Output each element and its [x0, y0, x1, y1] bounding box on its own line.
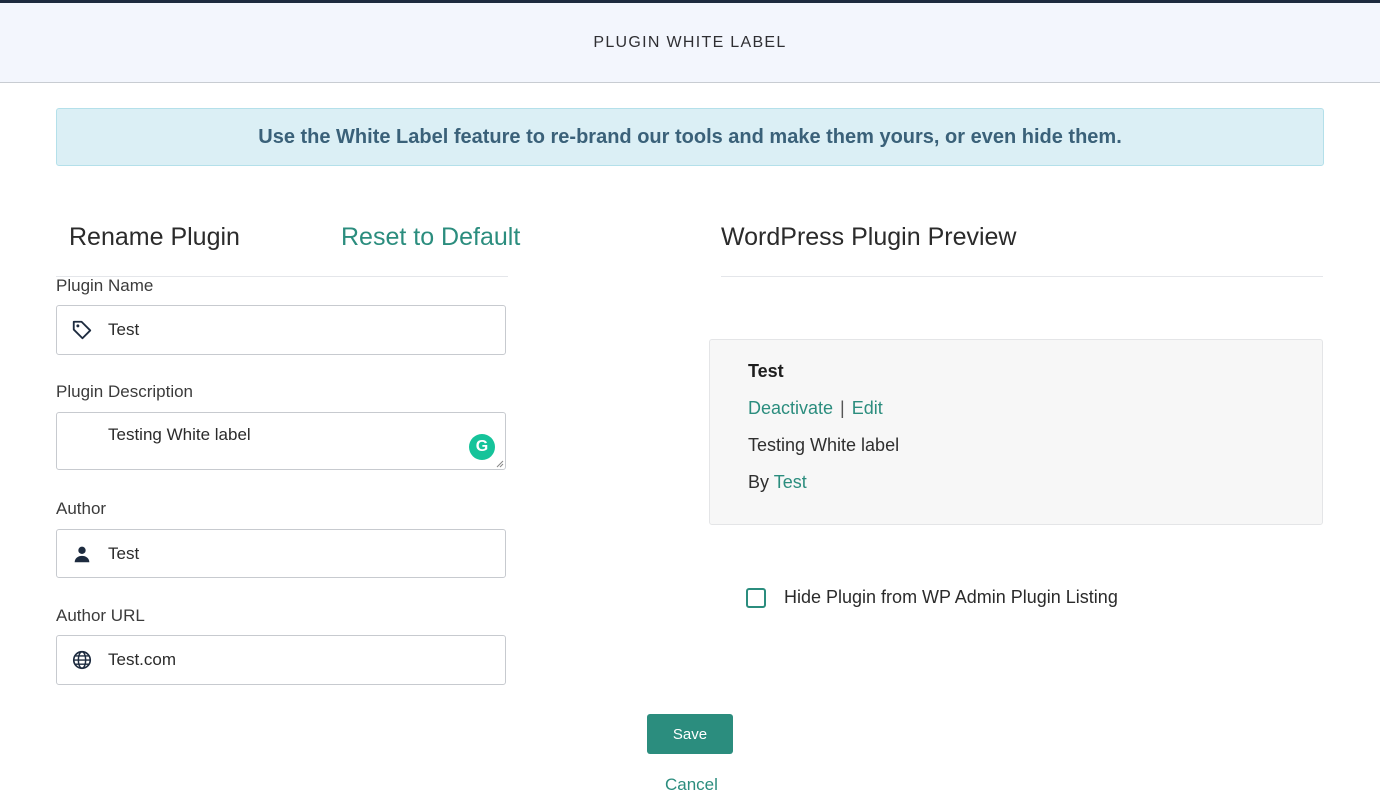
- edit-link[interactable]: Edit: [852, 398, 883, 418]
- plugin-name-label: Plugin Name: [56, 276, 154, 295]
- preview-author-link[interactable]: Test: [774, 472, 807, 492]
- page-header: PLUGIN WHITE LABEL: [0, 3, 1380, 83]
- hide-plugin-label[interactable]: Hide Plugin from WP Admin Plugin Listing: [784, 587, 1118, 608]
- action-separator: |: [840, 398, 845, 418]
- deactivate-link[interactable]: Deactivate: [748, 398, 833, 418]
- reset-to-default-link[interactable]: Reset to Default: [341, 223, 520, 252]
- preview-actions: Deactivate | Edit: [748, 398, 883, 419]
- preview-by-label: By: [748, 472, 770, 492]
- author-value: Test: [108, 544, 140, 563]
- info-notice-text: Use the White Label feature to re-brand …: [258, 125, 1122, 148]
- tag-icon: [72, 320, 92, 340]
- plugin-name-value: Test: [108, 320, 140, 339]
- plugin-description-label: Plugin Description: [56, 382, 194, 401]
- page-title: PLUGIN WHITE LABEL: [593, 33, 787, 51]
- author-url-value: Test.com: [108, 650, 177, 669]
- preview-author-line: By Test: [748, 472, 807, 493]
- save-button[interactable]: Save: [647, 714, 733, 754]
- preview-plugin-name: Test: [748, 361, 784, 381]
- info-notice: Use the White Label feature to re-brand …: [56, 108, 1324, 166]
- author-label: Author: [56, 499, 107, 518]
- author-field[interactable]: Test: [56, 529, 506, 578]
- author-url-field[interactable]: Test.com: [56, 635, 506, 685]
- user-icon: [74, 546, 90, 563]
- globe-icon: [72, 650, 92, 670]
- rename-plugin-title: Rename Plugin: [69, 223, 240, 251]
- preview-divider: [721, 276, 1323, 277]
- cancel-link[interactable]: Cancel: [665, 775, 718, 795]
- hide-plugin-checkbox[interactable]: [746, 588, 766, 608]
- author-url-label: Author URL: [56, 606, 145, 625]
- preview-title: WordPress Plugin Preview: [721, 223, 1017, 251]
- plugin-preview-card: Test Deactivate | Edit Testing White label…: [709, 339, 1323, 525]
- plugin-description-textarea[interactable]: Testing White label G: [56, 412, 506, 470]
- plugin-description-value: Testing White label: [108, 425, 251, 444]
- resize-handle-icon[interactable]: [495, 459, 504, 468]
- preview-description: Testing White label: [748, 435, 900, 455]
- plugin-name-field[interactable]: Test: [56, 305, 506, 355]
- grammarly-icon[interactable]: G: [469, 434, 495, 460]
